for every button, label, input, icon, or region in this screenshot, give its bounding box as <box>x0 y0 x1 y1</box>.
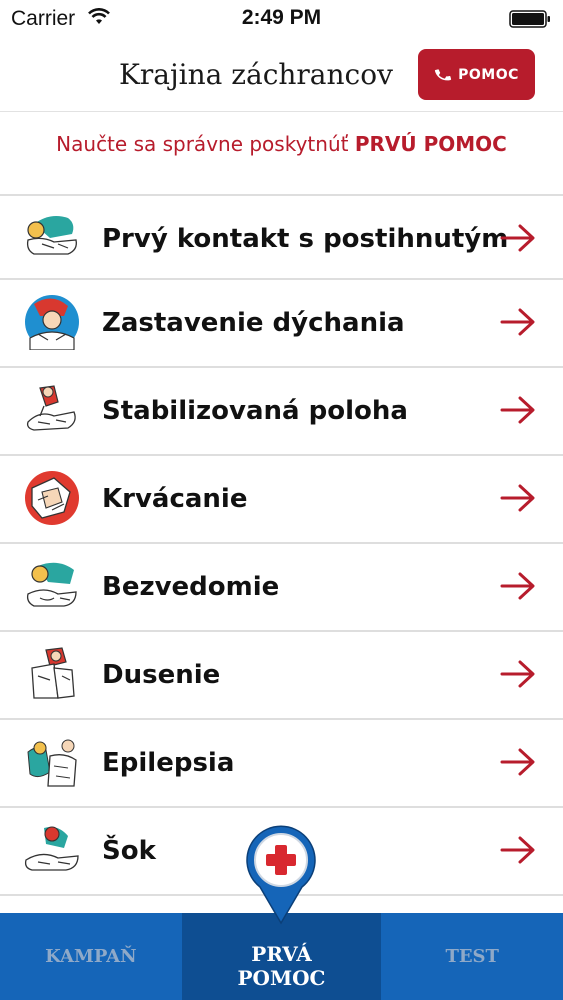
app-header: Krajina záchrancov POMOC <box>0 40 563 112</box>
epilepsy-illustration <box>27 739 77 787</box>
topic-label: Prvý kontakt s postihnutým <box>102 224 509 254</box>
list-item-first-contact[interactable]: Prvý kontakt s postihnutým <box>0 194 563 280</box>
tab-first-aid-line2: POMOC <box>237 965 326 990</box>
tab-first-aid[interactable]: PRVÁ POMOC <box>181 913 382 1000</box>
recovery-position-illustration <box>26 385 76 431</box>
list-item-unconscious[interactable]: Bezvedomie <box>0 544 563 632</box>
topic-label: Epilepsia <box>102 748 235 778</box>
topic-label: Šok <box>102 836 156 866</box>
arrow-right-icon <box>500 748 535 776</box>
tagline-text: Naučte sa správne poskytnúť <box>56 132 355 156</box>
status-bar: Carrier 2:49 PM <box>0 0 563 40</box>
shock-illustration <box>24 826 79 871</box>
clock: 2:49 PM <box>241 6 322 29</box>
arrow-right-icon <box>500 660 535 688</box>
arrow-right-icon <box>500 836 535 864</box>
list-item-choking[interactable]: Dusenie <box>0 632 563 720</box>
list-item-epilepsy[interactable]: Epilepsia <box>0 720 563 808</box>
list-item-recovery-position[interactable]: Stabilizovaná poloha <box>0 368 563 456</box>
tab-first-aid-line1: PRVÁ <box>251 941 312 966</box>
arrow-right-icon <box>500 308 535 336</box>
arrow-right-icon <box>500 572 535 600</box>
topic-label: Dusenie <box>102 660 221 690</box>
help-button-label: POMOC <box>458 66 519 83</box>
tagline: Naučte sa správne poskytnúť PRVÚ POMOC <box>0 132 563 156</box>
page-title: Krajina záchrancov <box>119 58 393 91</box>
unconscious-illustration <box>26 562 77 607</box>
tab-test[interactable]: TEST <box>381 913 563 1000</box>
first-contact-illustration <box>26 216 77 255</box>
tab-campaign[interactable]: KAMPAŇ <box>0 913 182 1000</box>
help-call-button[interactable]: POMOC <box>418 49 535 100</box>
arrow-right-icon <box>500 396 535 424</box>
list-item-breathing-stop[interactable]: Zastavenie dýchania <box>0 280 563 368</box>
topic-label: Zastavenie dýchania <box>102 308 405 338</box>
topic-list: Prvý kontakt s postihnutým Zastavenie dý… <box>0 194 563 896</box>
topic-label: Krvácanie <box>102 484 248 514</box>
arrow-right-icon <box>500 484 535 512</box>
phone-icon <box>435 68 452 80</box>
battery-icon <box>509 10 550 28</box>
bleeding-illustration <box>25 471 79 525</box>
arrow-right-icon <box>500 224 535 252</box>
topic-label: Bezvedomie <box>102 572 280 602</box>
choking-illustration <box>31 647 75 699</box>
medical-cross-pin-icon[interactable] <box>244 823 318 925</box>
tagline-emphasis: PRVÚ POMOC <box>354 132 507 156</box>
breathing-stop-illustration <box>25 295 79 350</box>
tab-campaign-label: KAMPAŇ <box>45 946 137 967</box>
tab-test-label: TEST <box>445 946 499 967</box>
topic-label: Stabilizovaná poloha <box>102 396 408 426</box>
bottom-tab-bar: KAMPAŇ PRVÁ POMOC TEST <box>0 913 563 1000</box>
list-item-bleeding[interactable]: Krvácanie <box>0 456 563 544</box>
